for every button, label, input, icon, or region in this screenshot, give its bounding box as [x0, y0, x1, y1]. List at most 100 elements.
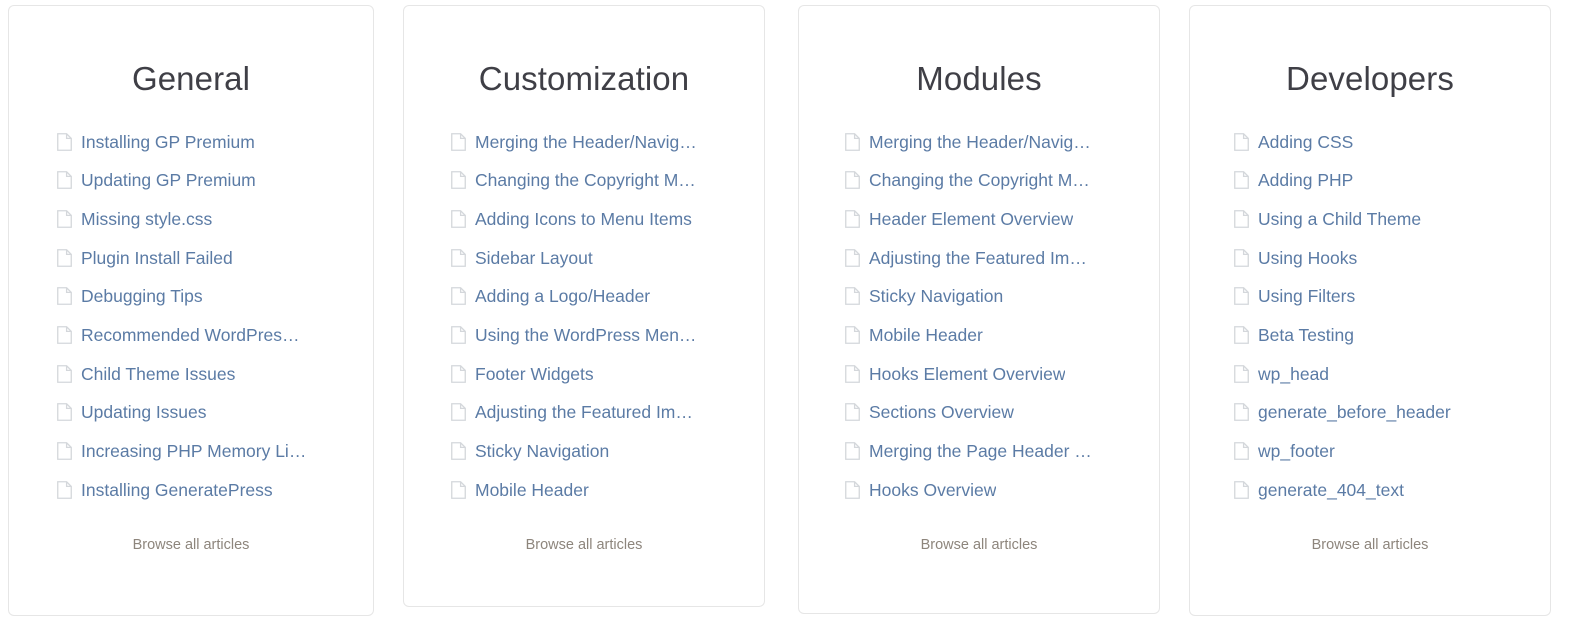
- article-link[interactable]: Mobile Header: [475, 480, 589, 500]
- article-link[interactable]: generate_before_header: [1258, 402, 1451, 422]
- article-link[interactable]: Adding PHP: [1258, 170, 1353, 190]
- article-list-item[interactable]: Plugin Install Failed: [9, 238, 373, 277]
- article-link[interactable]: wp_head: [1258, 364, 1329, 384]
- article-link[interactable]: Adding CSS: [1258, 132, 1353, 152]
- article-link[interactable]: Sticky Navigation: [869, 286, 1003, 306]
- article-list-item[interactable]: Sticky Navigation: [799, 277, 1159, 316]
- browse-all-wrapper: Browse all articles: [9, 535, 373, 555]
- article-list-item[interactable]: Recommended WordPres…: [9, 316, 373, 355]
- article-link[interactable]: Using the WordPress Men…: [475, 325, 696, 345]
- article-list-item[interactable]: Changing the Copyright M…: [799, 161, 1159, 200]
- document-icon: [1234, 132, 1249, 151]
- document-icon: [57, 480, 72, 499]
- article-link[interactable]: Merging the Page Header …: [869, 441, 1092, 461]
- document-icon: [57, 403, 72, 422]
- article-link[interactable]: Merging the Header/Navig…: [869, 132, 1091, 152]
- article-link[interactable]: Installing GP Premium: [81, 132, 255, 152]
- article-link[interactable]: wp_footer: [1258, 441, 1335, 461]
- document-icon: [1234, 442, 1249, 461]
- article-list-item[interactable]: wp_footer: [1190, 432, 1550, 471]
- article-list-item[interactable]: Updating Issues: [9, 393, 373, 432]
- article-link[interactable]: Beta Testing: [1258, 325, 1354, 345]
- article-list-item[interactable]: Installing GP Premium: [9, 122, 373, 161]
- document-icon: [845, 248, 860, 267]
- article-link[interactable]: Header Element Overview: [869, 209, 1073, 229]
- document-icon: [451, 326, 466, 344]
- document-icon: [845, 442, 860, 461]
- document-icon: [451, 442, 466, 461]
- article-link[interactable]: Hooks Overview: [869, 480, 996, 500]
- browse-all-articles-link[interactable]: Browse all articles: [526, 537, 643, 553]
- article-link[interactable]: Mobile Header: [869, 325, 983, 345]
- article-link[interactable]: Changing the Copyright M…: [475, 170, 696, 190]
- article-list-item[interactable]: Adding Icons to Menu Items: [404, 200, 764, 239]
- article-list-item[interactable]: Merging the Header/Navig…: [799, 122, 1159, 161]
- article-list-item[interactable]: Updating GP Premium: [9, 161, 373, 200]
- article-link[interactable]: Adjusting the Featured Im…: [475, 402, 693, 422]
- article-list-item[interactable]: Using a Child Theme: [1190, 200, 1550, 239]
- article-link[interactable]: Sections Overview: [869, 402, 1014, 422]
- article-list-item[interactable]: Using Hooks: [1190, 238, 1550, 277]
- article-list-item[interactable]: Missing style.css: [9, 200, 373, 239]
- document-icon: [451, 171, 466, 190]
- article-list-item[interactable]: Using the WordPress Men…: [404, 316, 764, 355]
- article-link[interactable]: Adding a Logo/Header: [475, 286, 650, 306]
- article-list: Merging the Header/Navig… Changing the Co…: [404, 122, 764, 509]
- article-list-item[interactable]: Mobile Header: [404, 470, 764, 509]
- article-list-item[interactable]: Sticky Navigation: [404, 432, 764, 471]
- article-link[interactable]: Changing the Copyright M…: [869, 170, 1090, 190]
- article-list-item[interactable]: Footer Widgets: [404, 354, 764, 393]
- article-link[interactable]: Updating Issues: [81, 402, 207, 422]
- article-link[interactable]: Recommended WordPres…: [81, 325, 300, 345]
- category-title: Developers: [1286, 60, 1454, 97]
- article-list-item[interactable]: Adding a Logo/Header: [404, 277, 764, 316]
- article-link[interactable]: Using Hooks: [1258, 248, 1357, 268]
- article-link[interactable]: Adding Icons to Menu Items: [475, 209, 692, 229]
- article-link[interactable]: Updating GP Premium: [81, 170, 256, 190]
- article-link[interactable]: Adjusting the Featured Im…: [869, 248, 1087, 268]
- article-link[interactable]: Plugin Install Failed: [81, 248, 233, 268]
- article-list-item[interactable]: Header Element Overview: [799, 200, 1159, 239]
- article-list-item[interactable]: Adjusting the Featured Im…: [404, 393, 764, 432]
- article-link[interactable]: Using a Child Theme: [1258, 209, 1421, 229]
- article-link[interactable]: Increasing PHP Memory Li…: [81, 441, 306, 461]
- article-list-item[interactable]: Hooks Overview: [799, 470, 1159, 509]
- article-link[interactable]: Sidebar Layout: [475, 248, 593, 268]
- article-list-item[interactable]: wp_head: [1190, 354, 1550, 393]
- document-icon: [1234, 403, 1249, 422]
- article-list-item[interactable]: Installing GeneratePress: [9, 470, 373, 509]
- article-link[interactable]: Using Filters: [1258, 286, 1355, 306]
- article-link[interactable]: Debugging Tips: [81, 286, 203, 306]
- article-link[interactable]: generate_404_text: [1258, 480, 1404, 500]
- article-list-item[interactable]: Merging the Page Header …: [799, 432, 1159, 471]
- article-link[interactable]: Sticky Navigation: [475, 441, 609, 461]
- article-list-item[interactable]: Beta Testing: [1190, 316, 1550, 355]
- article-link[interactable]: Merging the Header/Navig…: [475, 132, 697, 152]
- article-list-item[interactable]: Changing the Copyright M…: [404, 161, 764, 200]
- article-list-item[interactable]: generate_before_header: [1190, 393, 1550, 432]
- article-list-item[interactable]: Adding CSS: [1190, 122, 1550, 161]
- article-link[interactable]: Child Theme Issues: [81, 364, 235, 384]
- article-link[interactable]: Footer Widgets: [475, 364, 594, 384]
- article-list-item[interactable]: Debugging Tips: [9, 277, 373, 316]
- article-link[interactable]: Hooks Element Overview: [869, 364, 1065, 384]
- article-list-item[interactable]: generate_404_text: [1190, 470, 1550, 509]
- document-icon: [451, 210, 466, 228]
- browse-all-articles-link[interactable]: Browse all articles: [1312, 537, 1429, 553]
- article-list-item[interactable]: Sidebar Layout: [404, 238, 764, 277]
- browse-all-articles-link[interactable]: Browse all articles: [921, 537, 1038, 553]
- article-list-item[interactable]: Hooks Element Overview: [799, 354, 1159, 393]
- article-link[interactable]: Missing style.css: [81, 209, 212, 229]
- article-link[interactable]: Installing GeneratePress: [81, 480, 273, 500]
- article-list-item[interactable]: Child Theme Issues: [9, 354, 373, 393]
- article-list-item[interactable]: Sections Overview: [799, 393, 1159, 432]
- browse-all-articles-link[interactable]: Browse all articles: [133, 537, 250, 553]
- article-list-item[interactable]: Merging the Header/Navig…: [404, 122, 764, 161]
- article-list: Installing GP Premium Updating GP Premium…: [9, 122, 373, 509]
- article-list-item[interactable]: Adding PHP: [1190, 161, 1550, 200]
- article-list-item[interactable]: Adjusting the Featured Im…: [799, 238, 1159, 277]
- document-icon: [1234, 171, 1249, 190]
- article-list-item[interactable]: Increasing PHP Memory Li…: [9, 432, 373, 471]
- article-list-item[interactable]: Mobile Header: [799, 316, 1159, 355]
- article-list-item[interactable]: Using Filters: [1190, 277, 1550, 316]
